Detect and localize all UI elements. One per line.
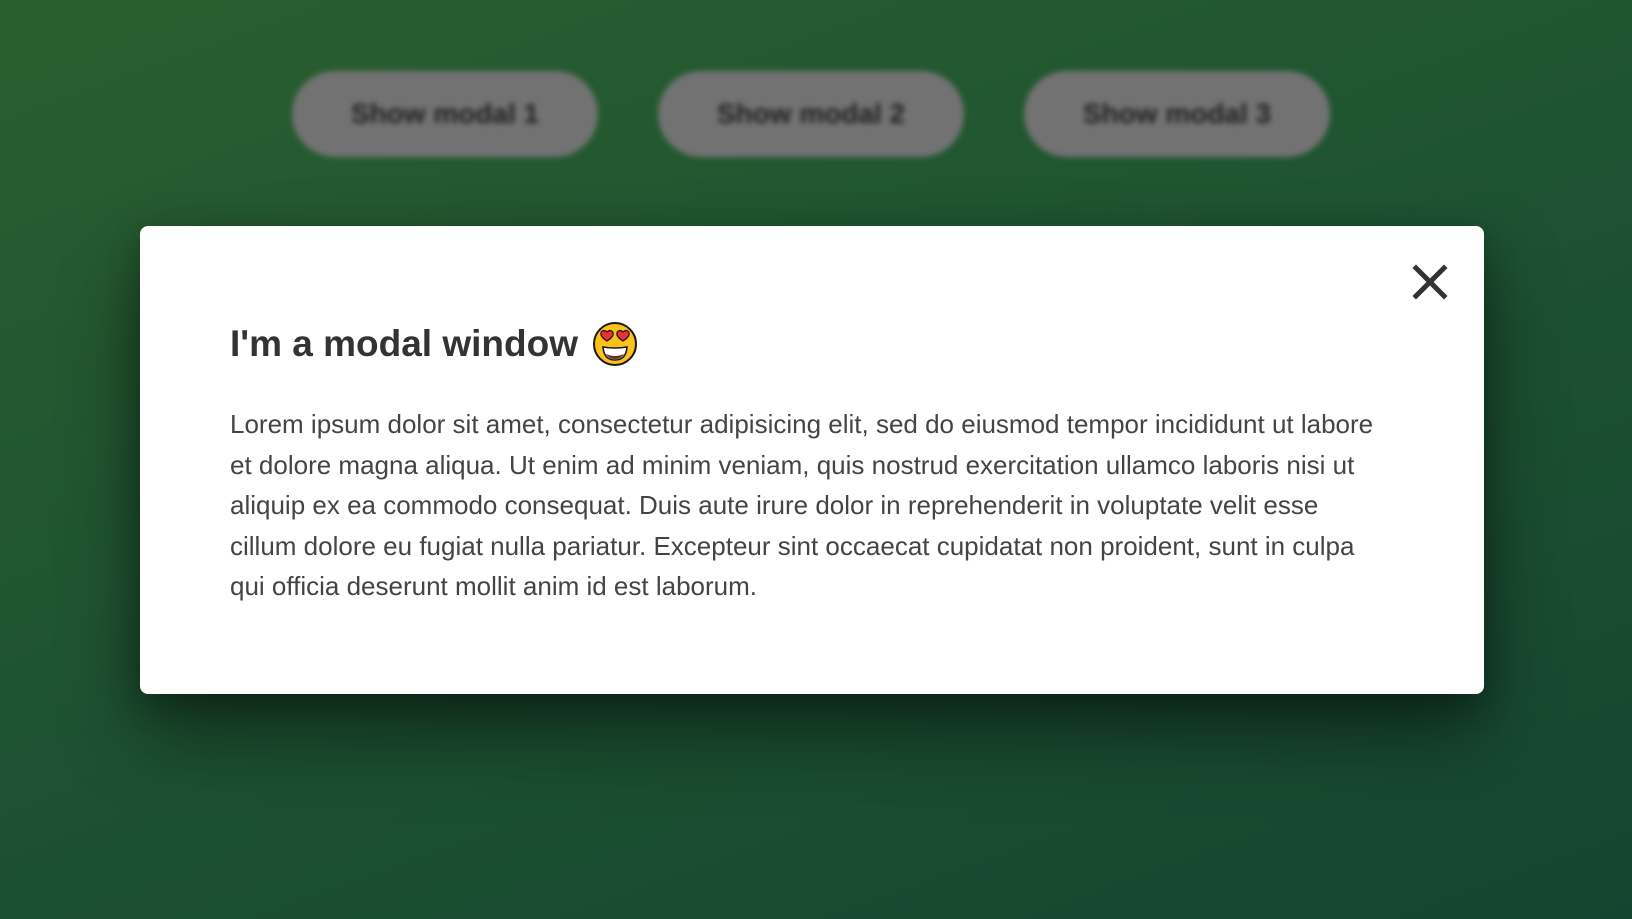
close-button[interactable] (1410, 262, 1450, 302)
modal-window: I'm a modal window Lorem ipsum dolor sit… (140, 226, 1484, 694)
modal-title-text: I'm a modal window (230, 323, 578, 364)
close-icon (1412, 264, 1448, 300)
smiling-face-with-heart-eyes-icon (593, 322, 637, 366)
modal-title: I'm a modal window (230, 321, 638, 367)
modal-body-text: Lorem ipsum dolor sit amet, consectetur … (230, 409, 1374, 601)
